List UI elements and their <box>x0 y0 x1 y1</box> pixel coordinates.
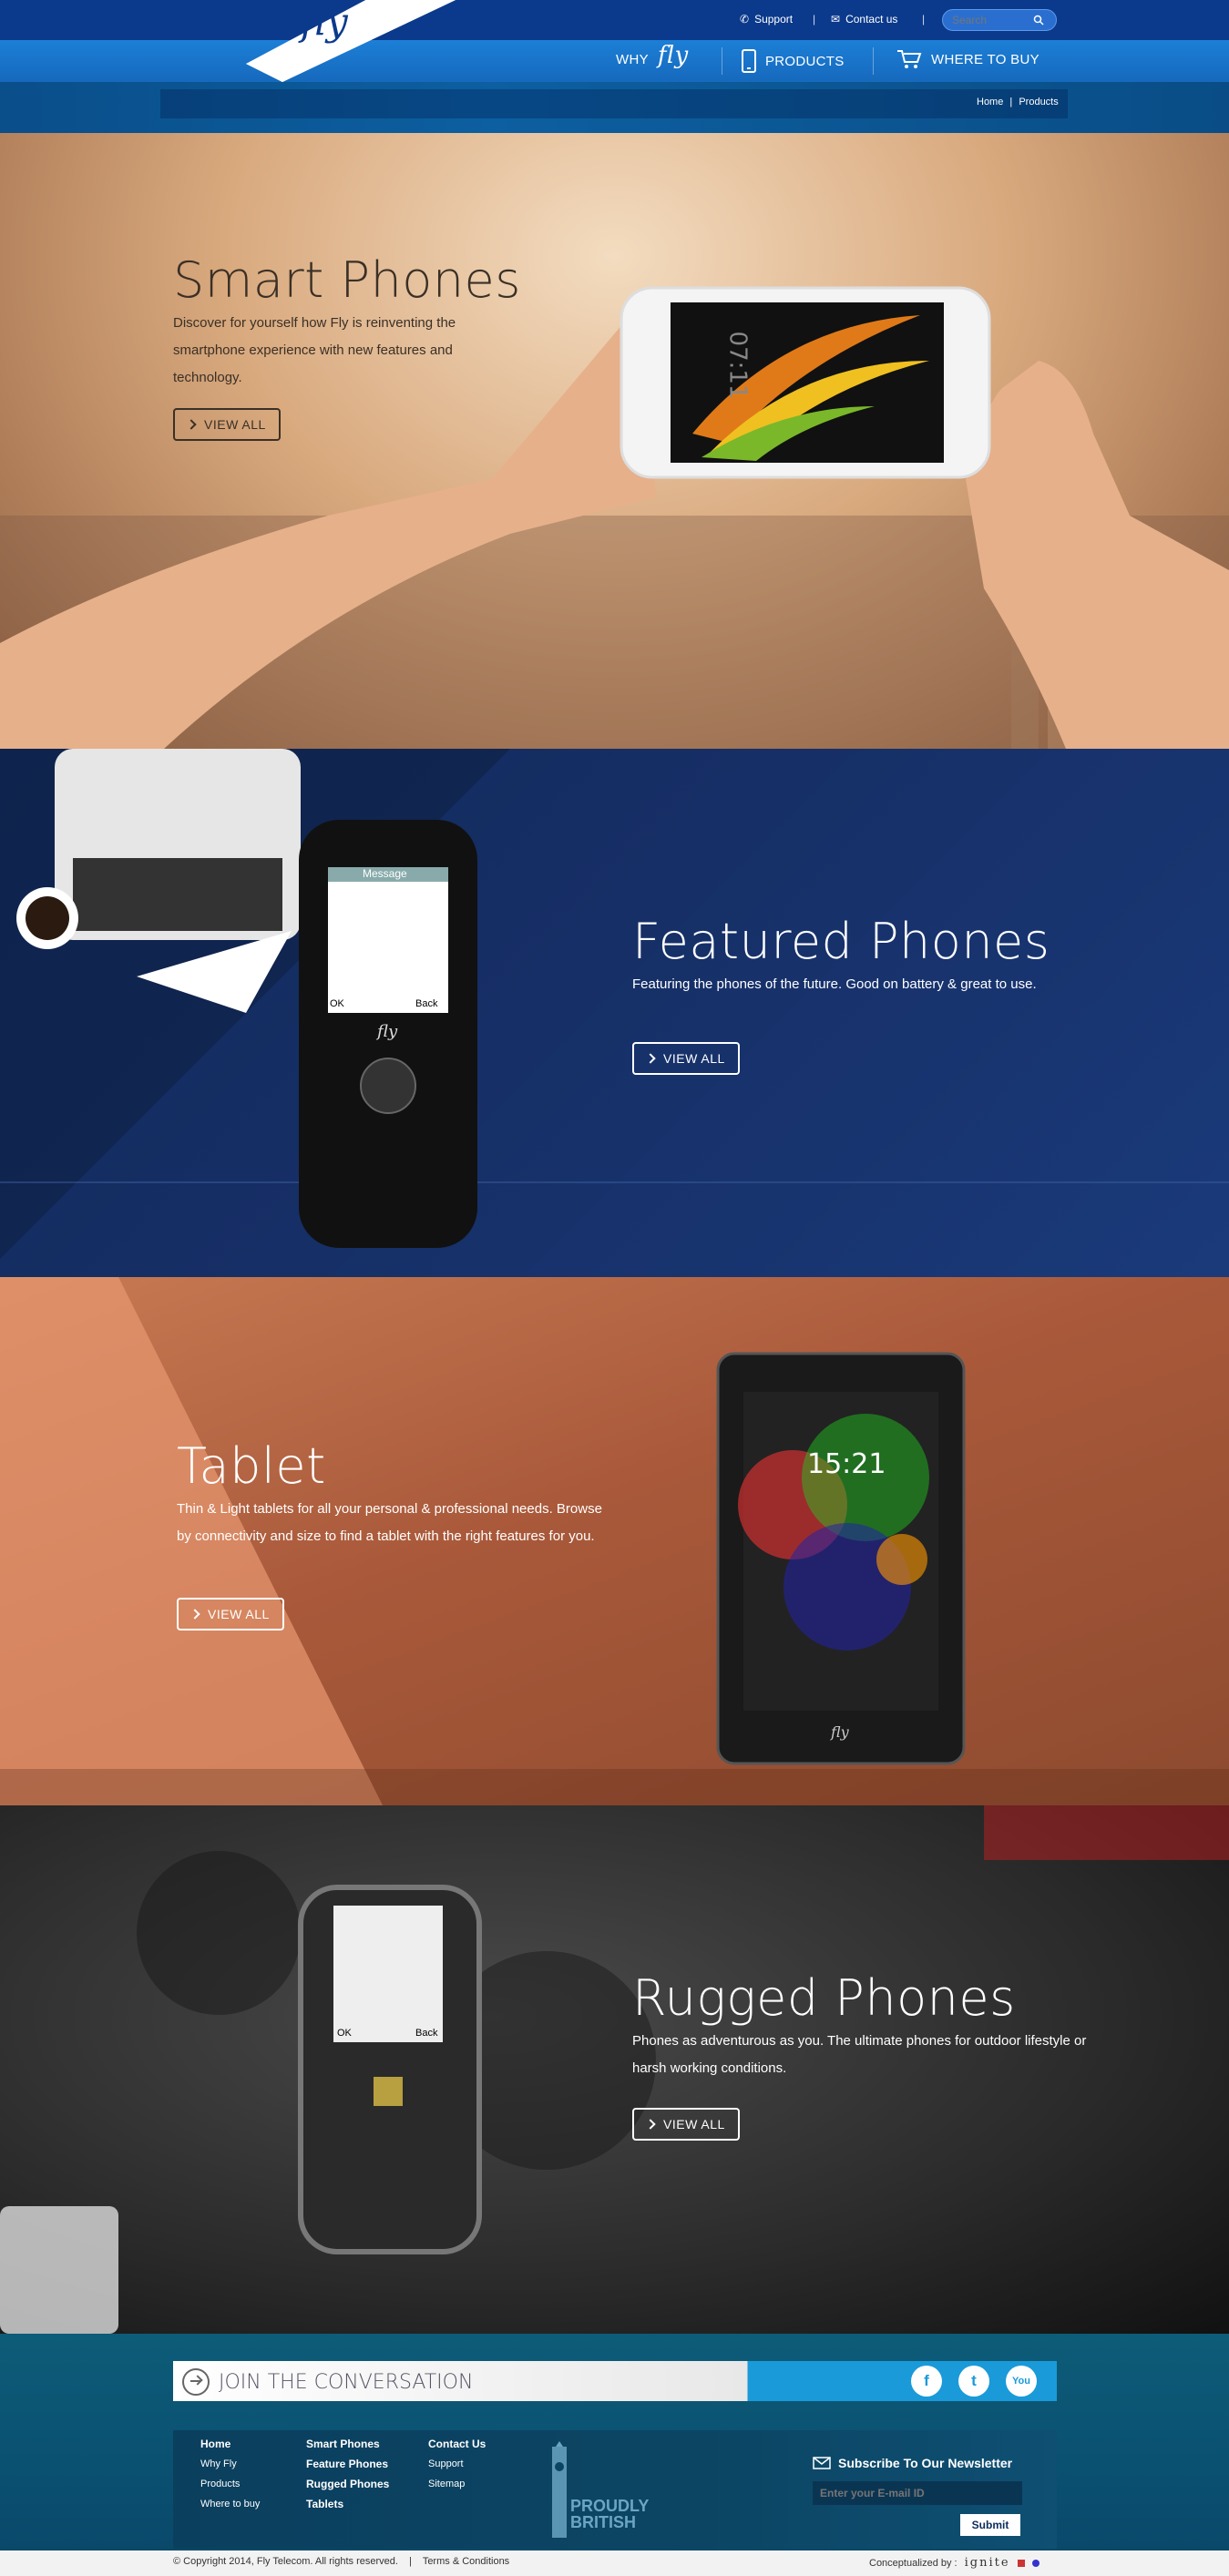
arrow-right-circle-icon <box>182 2368 210 2396</box>
nav-why-logo: fly <box>657 42 689 69</box>
footer-column-2: Smart Phones Feature Phones Rugged Phone… <box>306 2434 389 2514</box>
breadcrumb-separator: | <box>1009 97 1013 107</box>
conversation-heading: JOIN THE CONVERSATION <box>219 2371 474 2394</box>
footer-link[interactable]: Products <box>200 2474 260 2494</box>
city-hands-illustration <box>0 286 1229 749</box>
twitter-icon[interactable]: t <box>958 2366 989 2397</box>
footer-link[interactable]: Smart Phones <box>306 2434 389 2454</box>
footer-link[interactable]: Tablets <box>306 2494 389 2514</box>
rugged-phones-view-all-button[interactable]: VIEW ALL <box>632 2108 740 2141</box>
footer-link[interactable]: Why Fly <box>200 2454 260 2474</box>
logo-text: fly <box>298 0 349 44</box>
breadcrumb-panel <box>160 89 1068 118</box>
phone-icon: ✆ <box>740 13 750 26</box>
desk-illustration <box>0 749 1229 1259</box>
terms-link[interactable]: Terms & Conditions <box>423 2556 509 2567</box>
cart-icon <box>897 50 922 68</box>
submit-button[interactable]: Submit <box>960 2514 1020 2536</box>
featured-phones-section: Message OK Back fly Featured Phones Feat… <box>0 749 1229 1277</box>
envelope-icon <box>813 2457 831 2469</box>
section-title: Rugged Phones <box>632 1969 1016 2027</box>
footer-column-3: Contact Us Support Sitemap <box>428 2434 486 2494</box>
contact-link[interactable]: ✉ Contact us <box>831 13 897 26</box>
button-label: VIEW ALL <box>663 1051 725 1066</box>
footer-link[interactable]: Feature Phones <box>306 2454 389 2474</box>
section-description: Phones as adventurous as you. The ultima… <box>632 2033 1087 2076</box>
agency-mark-icon <box>1031 2559 1040 2567</box>
copyright-text: © Copyright 2014, Fly Telecom. All right… <box>173 2556 398 2567</box>
util-separator-2: | <box>922 13 926 26</box>
footer-link[interactable]: Where to buy <box>200 2494 260 2514</box>
phone-brand: fly <box>377 1022 398 1041</box>
nav-why-fly[interactable]: WHY fly <box>616 42 688 69</box>
support-link[interactable]: ✆ Support <box>740 13 793 26</box>
newsletter-heading-label: Subscribe To Our Newsletter <box>838 2456 1013 2470</box>
breadcrumb-bar <box>0 82 1229 133</box>
section-title: Tablet <box>177 1437 326 1495</box>
copyright-separator: | <box>408 2556 412 2567</box>
softkey-right: Back <box>415 998 438 1009</box>
tablet-clock: 15:21 <box>807 1448 886 1480</box>
softkey-left: OK <box>337 2028 352 2039</box>
british-line-2: BRITISH <box>570 2513 636 2531</box>
mobile-icon <box>742 49 756 73</box>
contact-label: Contact us <box>845 13 898 26</box>
footer-link[interactable]: Support <box>428 2454 486 2474</box>
section-description: Featuring the phones of the future. Good… <box>632 976 1037 992</box>
button-label: VIEW ALL <box>204 417 266 432</box>
nav-products[interactable]: PRODUCTS <box>742 49 845 73</box>
nav-where-label: WHERE TO BUY <box>931 51 1040 67</box>
main-nav-bar <box>0 40 1229 82</box>
section-title: Featured Phones <box>632 913 1050 970</box>
footer-link[interactable]: Home <box>200 2434 260 2454</box>
youtube-icon[interactable]: You <box>1006 2366 1037 2397</box>
section-description: Thin & Light tablets for all your person… <box>177 1501 602 1544</box>
handshake-icon: ✉ <box>831 13 841 26</box>
smart-phones-view-all-button[interactable]: VIEW ALL <box>173 408 281 441</box>
email-field[interactable] <box>813 2481 1022 2505</box>
footer-column-1: Home Why Fly Products Where to buy <box>200 2434 260 2514</box>
support-label: Support <box>754 13 794 26</box>
conceptualized-label: Conceptualized by : <box>869 2557 958 2569</box>
chevron-right-icon <box>645 1053 656 1064</box>
copyright: © Copyright 2014, Fly Telecom. All right… <box>173 2556 509 2567</box>
section-title: Smart Phones <box>173 251 521 309</box>
nav-where-to-buy[interactable]: WHERE TO BUY <box>896 49 1040 69</box>
fly-logo[interactable]: fly <box>246 0 456 82</box>
section-description: Discover for yourself how Fly is reinven… <box>173 315 456 385</box>
softkey-right: Back <box>415 2028 438 2039</box>
footer-link[interactable]: Contact Us <box>428 2434 486 2454</box>
conceptualized-by: Conceptualized by : ignite <box>869 2556 1040 2570</box>
proudly-british-text: PROUDLY BRITISH <box>570 2498 649 2530</box>
phone-clock: 07:11 <box>723 331 752 400</box>
util-separator-1: | <box>813 13 816 26</box>
footer-link[interactable]: Rugged Phones <box>306 2474 389 2494</box>
softkey-left: OK <box>330 998 344 1009</box>
agency-mark-icon <box>1017 2559 1025 2567</box>
british-line-1: PROUDLY <box>570 2497 650 2515</box>
footer-link[interactable]: Sitemap <box>428 2474 486 2494</box>
chevron-right-icon <box>645 2119 656 2130</box>
rugged-phones-section: OK Back Rugged Phones Phones as adventur… <box>0 1805 1229 2334</box>
nav-why-label: WHY <box>616 51 649 67</box>
featured-phones-view-all-button[interactable]: VIEW ALL <box>632 1042 740 1075</box>
breadcrumb-current: Products <box>1019 97 1059 107</box>
tablet-section: 15:21 fly Tablet Thin & Light tablets fo… <box>0 1277 1229 1805</box>
search-icon[interactable] <box>1033 15 1044 26</box>
facebook-icon[interactable]: f <box>911 2366 942 2397</box>
chevron-right-icon <box>186 419 197 430</box>
smart-phones-section: 07:11 Smart Phones Discover for yourself… <box>0 133 1229 749</box>
tablet-brand: fly <box>831 1723 849 1741</box>
phone-screen-title: Message <box>363 867 407 880</box>
nav-products-label: PRODUCTS <box>765 53 845 69</box>
button-label: VIEW ALL <box>208 1607 270 1621</box>
chevron-right-icon <box>189 1609 200 1620</box>
newsletter-heading: Subscribe To Our Newsletter <box>813 2456 1012 2470</box>
agency-logo[interactable]: ignite <box>965 2556 1010 2570</box>
nav-divider <box>873 47 874 75</box>
breadcrumb-home[interactable]: Home <box>977 97 1003 107</box>
button-label: VIEW ALL <box>663 2117 725 2131</box>
breadcrumb: Home | Products <box>977 97 1059 107</box>
tablet-view-all-button[interactable]: VIEW ALL <box>177 1598 284 1630</box>
